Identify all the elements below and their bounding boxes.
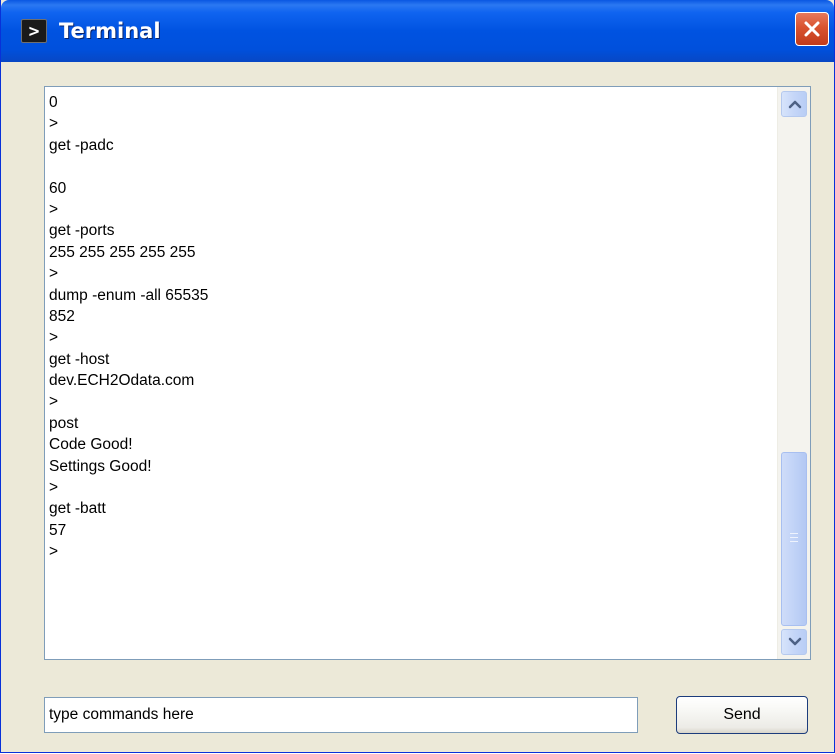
terminal-window: > Terminal 0 > get -padc 60 > get -ports 255 2…: [0, 0, 835, 753]
terminal-line: get -host: [49, 350, 110, 368]
send-button[interactable]: Send: [676, 696, 808, 734]
terminal-line: post: [49, 414, 79, 432]
terminal-line: >: [49, 200, 59, 218]
terminal-line: get -batt: [49, 500, 106, 518]
terminal-line: 852: [49, 307, 75, 325]
scroll-up-button[interactable]: [781, 91, 807, 117]
terminal-line: >: [49, 115, 59, 133]
grip-icon: [790, 533, 798, 542]
terminal-line: get -ports: [49, 222, 115, 240]
scroll-thumb[interactable]: [781, 452, 807, 626]
chevron-up-icon: [788, 100, 802, 109]
terminal-line: 57: [49, 521, 67, 539]
window-title: Terminal: [59, 19, 161, 43]
chevron-down-icon: [788, 637, 802, 646]
terminal-output[interactable]: 0 > get -padc 60 > get -ports 255 255 255 255 …: [44, 86, 811, 660]
terminal-line: >: [49, 479, 59, 497]
terminal-line: dev.ECH2Odata.com: [49, 372, 195, 390]
terminal-line: >: [49, 329, 59, 347]
command-input[interactable]: [44, 697, 638, 733]
terminal-line: Settings Good!: [49, 457, 152, 475]
terminal-line: >: [49, 265, 59, 283]
terminal-line: 255 255 255 255 255: [49, 243, 196, 261]
output-lines: 0 > get -padc 60 > get -ports 255 255 255 255 …: [45, 92, 779, 563]
terminal-line: get -padc: [49, 136, 114, 154]
scroll-down-button[interactable]: [781, 629, 807, 655]
terminal-line: Code Good!: [49, 436, 133, 454]
vertical-scrollbar[interactable]: [777, 87, 810, 659]
close-button[interactable]: [795, 12, 829, 46]
terminal-line: 60: [49, 179, 67, 197]
terminal-line: >: [49, 393, 59, 411]
title-bar[interactable]: > Terminal: [1, 0, 834, 62]
close-icon: [804, 21, 820, 37]
terminal-line: >: [49, 543, 59, 561]
terminal-line: 0: [49, 94, 58, 111]
terminal-line: dump -enum -all 65535: [49, 286, 209, 304]
terminal-app-icon: >: [21, 19, 47, 43]
